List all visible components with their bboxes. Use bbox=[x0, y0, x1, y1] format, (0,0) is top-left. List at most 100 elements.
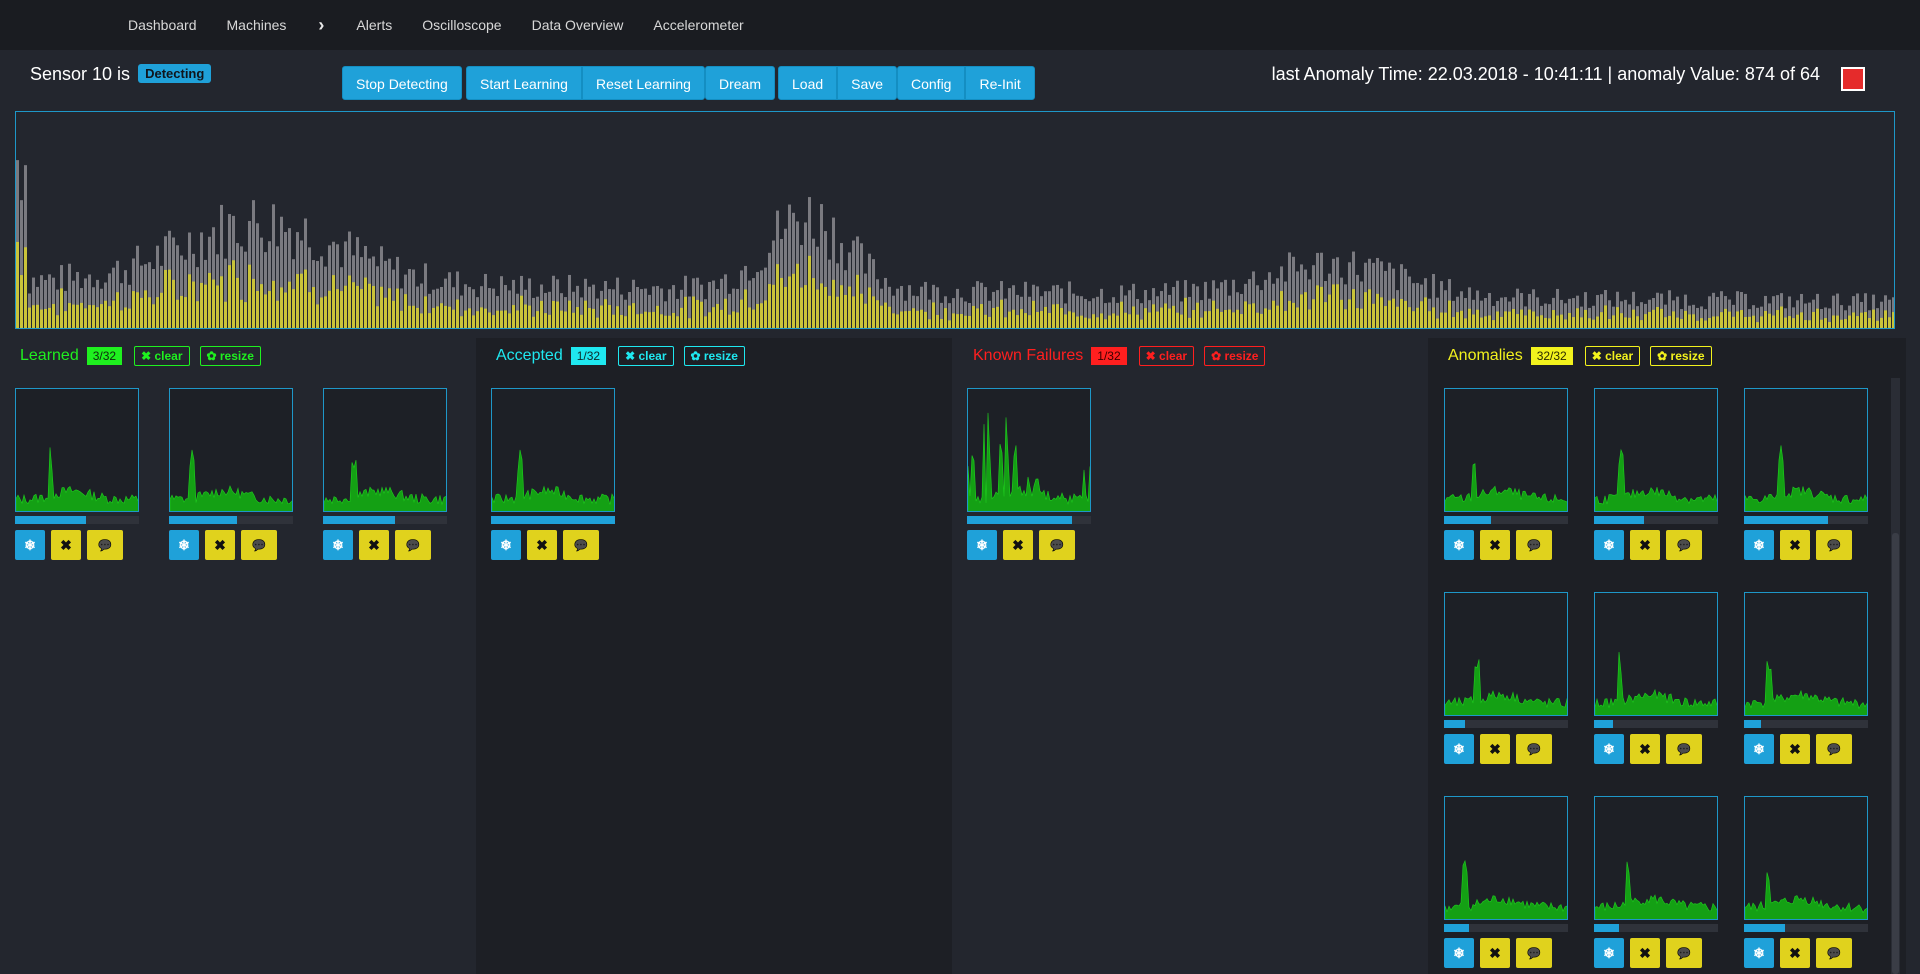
anomalies-card[interactable]: ❄ ✖ 💬 bbox=[1594, 580, 1720, 764]
comment-button[interactable]: 💬 bbox=[1816, 530, 1852, 560]
comment-button[interactable]: 💬 bbox=[1666, 530, 1702, 560]
comment-button[interactable]: 💬 bbox=[1516, 530, 1552, 560]
failures-clear-button[interactable]: ✖ clear bbox=[1138, 346, 1195, 366]
spectrum-thumbnail[interactable] bbox=[169, 388, 293, 512]
delete-button[interactable]: ✖ bbox=[1780, 734, 1810, 764]
comment-button[interactable]: 💬 bbox=[87, 530, 123, 560]
overview-yellow-bar bbox=[1484, 316, 1487, 328]
comment-button[interactable]: 💬 bbox=[1516, 734, 1552, 764]
freeze-button[interactable]: ❄ bbox=[1744, 938, 1774, 968]
freeze-button[interactable]: ❄ bbox=[1744, 530, 1774, 560]
delete-button[interactable]: ✖ bbox=[359, 530, 389, 560]
anomalies-card[interactable]: ❄ ✖ 💬 bbox=[1744, 580, 1870, 764]
freeze-button[interactable]: ❄ bbox=[323, 530, 353, 560]
delete-button[interactable]: ✖ bbox=[1630, 734, 1660, 764]
freeze-button[interactable]: ❄ bbox=[1444, 734, 1474, 764]
config-button[interactable]: Config bbox=[897, 66, 966, 100]
anomalies-card[interactable]: ❄ ✖ 💬 bbox=[1444, 784, 1570, 968]
freeze-button[interactable]: ❄ bbox=[15, 530, 45, 560]
freeze-button[interactable]: ❄ bbox=[1594, 530, 1624, 560]
spectrum-thumbnail[interactable] bbox=[967, 388, 1091, 512]
overview-yellow-bar bbox=[168, 269, 171, 328]
start-learning-button[interactable]: Start Learning bbox=[466, 66, 582, 100]
learned-card[interactable]: ❄ ✖ 💬 bbox=[15, 376, 141, 560]
freeze-button[interactable]: ❄ bbox=[169, 530, 199, 560]
learned-resize-button[interactable]: ✿ resize bbox=[199, 346, 261, 366]
delete-button[interactable]: ✖ bbox=[205, 530, 235, 560]
anomalies-card[interactable]: ❄ ✖ 💬 bbox=[1594, 376, 1720, 560]
nav-accelerometer[interactable]: Accelerometer bbox=[653, 17, 743, 33]
nav-dashboard[interactable]: Dashboard bbox=[128, 17, 197, 33]
comment-button[interactable]: 💬 bbox=[1666, 734, 1702, 764]
comment-button[interactable]: 💬 bbox=[1516, 938, 1552, 968]
accepted-card[interactable]: ❄ ✖ 💬 bbox=[491, 376, 617, 560]
stop-detecting-button[interactable]: Stop Detecting bbox=[342, 66, 462, 100]
anomalies-scrollbar[interactable] bbox=[1891, 378, 1900, 974]
nav-oscilloscope[interactable]: Oscilloscope bbox=[422, 17, 501, 33]
reinit-button[interactable]: Re-Init bbox=[965, 66, 1035, 100]
card-progress-fill bbox=[1444, 516, 1492, 524]
spectrum-thumbnail[interactable] bbox=[1594, 592, 1718, 716]
anomalies-card[interactable]: ❄ ✖ 💬 bbox=[1444, 580, 1570, 764]
spectrum-thumbnail[interactable] bbox=[1744, 796, 1868, 920]
freeze-button[interactable]: ❄ bbox=[1444, 530, 1474, 560]
delete-button[interactable]: ✖ bbox=[1630, 530, 1660, 560]
comment-button[interactable]: 💬 bbox=[1666, 938, 1702, 968]
spectrum-thumbnail[interactable] bbox=[491, 388, 615, 512]
delete-button[interactable]: ✖ bbox=[1780, 938, 1810, 968]
anomalies-card[interactable]: ❄ ✖ 💬 bbox=[1744, 376, 1870, 560]
comment-button[interactable]: 💬 bbox=[1816, 734, 1852, 764]
save-button[interactable]: Save bbox=[837, 66, 898, 100]
anomalies-scroll-thumb[interactable] bbox=[1892, 533, 1899, 974]
nav-data-overview[interactable]: Data Overview bbox=[532, 17, 624, 33]
delete-button[interactable]: ✖ bbox=[1003, 530, 1033, 560]
reset-learning-button[interactable]: Reset Learning bbox=[581, 66, 705, 100]
spectrum-thumbnail[interactable] bbox=[1744, 592, 1868, 716]
delete-button[interactable]: ✖ bbox=[1480, 530, 1510, 560]
freeze-button[interactable]: ❄ bbox=[491, 530, 521, 560]
alarm-indicator[interactable] bbox=[1841, 67, 1865, 91]
learned-card[interactable]: ❄ ✖ 💬 bbox=[169, 376, 295, 560]
spectrum-thumbnail[interactable] bbox=[1444, 388, 1568, 512]
failures-resize-button[interactable]: ✿ resize bbox=[1204, 346, 1266, 366]
delete-button[interactable]: ✖ bbox=[51, 530, 81, 560]
anomalies-resize-button[interactable]: ✿ resize bbox=[1650, 346, 1712, 366]
freeze-button[interactable]: ❄ bbox=[1594, 734, 1624, 764]
learned-clear-button[interactable]: ✖ clear bbox=[134, 346, 190, 366]
anomalies-card[interactable]: ❄ ✖ 💬 bbox=[1594, 784, 1720, 968]
accepted-clear-button[interactable]: ✖ clear bbox=[618, 346, 674, 366]
anomalies-clear-button[interactable]: ✖ clear bbox=[1584, 346, 1641, 366]
comment-button[interactable]: 💬 bbox=[1039, 530, 1075, 560]
comment-button[interactable]: 💬 bbox=[563, 530, 599, 560]
spectrum-thumbnail[interactable] bbox=[1744, 388, 1868, 512]
delete-button[interactable]: ✖ bbox=[1780, 530, 1810, 560]
freeze-button[interactable]: ❄ bbox=[1594, 938, 1624, 968]
comment-button[interactable]: 💬 bbox=[1816, 938, 1852, 968]
delete-button[interactable]: ✖ bbox=[1480, 734, 1510, 764]
freeze-button[interactable]: ❄ bbox=[1744, 734, 1774, 764]
freeze-button[interactable]: ❄ bbox=[967, 530, 997, 560]
delete-button[interactable]: ✖ bbox=[1630, 938, 1660, 968]
spectrum-thumbnail[interactable] bbox=[1444, 796, 1568, 920]
accepted-resize-button[interactable]: ✿ resize bbox=[683, 346, 745, 366]
delete-button[interactable]: ✖ bbox=[1480, 938, 1510, 968]
chevron-right-icon[interactable]: › bbox=[318, 15, 324, 36]
spectrum-thumbnail[interactable] bbox=[1444, 592, 1568, 716]
failures-card[interactable]: ❄ ✖ 💬 bbox=[967, 376, 1093, 560]
spectrum-thumbnail[interactable] bbox=[1594, 796, 1718, 920]
comment-button[interactable]: 💬 bbox=[241, 530, 277, 560]
load-button[interactable]: Load bbox=[778, 66, 838, 100]
learned-card[interactable]: ❄ ✖ 💬 bbox=[323, 376, 449, 560]
dream-button[interactable]: Dream bbox=[705, 66, 776, 100]
nav-alerts[interactable]: Alerts bbox=[356, 17, 392, 33]
spectrum-thumbnail[interactable] bbox=[323, 388, 447, 512]
spectrum-thumbnail[interactable] bbox=[1594, 388, 1718, 512]
nav-machines[interactable]: Machines bbox=[227, 17, 287, 33]
comment-button[interactable]: 💬 bbox=[395, 530, 431, 560]
anomalies-card[interactable]: ❄ ✖ 💬 bbox=[1744, 784, 1870, 968]
spectrum-thumbnail[interactable] bbox=[15, 388, 139, 512]
overview-yellow-bar bbox=[136, 292, 139, 328]
anomalies-card[interactable]: ❄ ✖ 💬 bbox=[1444, 376, 1570, 560]
freeze-button[interactable]: ❄ bbox=[1444, 938, 1474, 968]
delete-button[interactable]: ✖ bbox=[527, 530, 557, 560]
